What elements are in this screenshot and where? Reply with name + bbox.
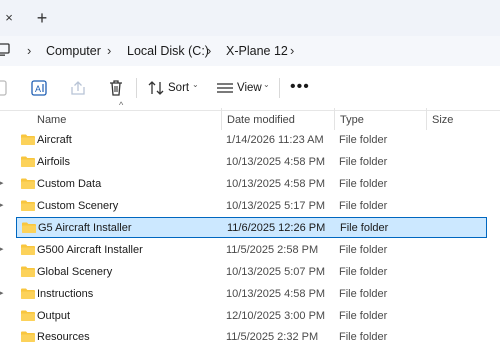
file-date: 10/13/2025 4:58 PM (226, 288, 326, 300)
list-item[interactable]: Instructions 10/13/2025 4:58 PM File fol… (16, 284, 487, 305)
folder-icon (22, 222, 36, 233)
file-type: File folder (339, 134, 388, 146)
folder-icon (21, 331, 35, 342)
svg-text:A: A (35, 84, 41, 94)
rename-icon[interactable]: A (30, 78, 50, 98)
list-item-selected[interactable]: G5 Aircraft Installer 11/6/2025 12:26 PM… (16, 217, 487, 238)
share-icon[interactable] (68, 78, 88, 98)
folder-icon (21, 200, 35, 211)
file-name: G5 Aircraft Installer (38, 222, 132, 234)
tab-strip: × + (0, 0, 500, 36)
file-name: Custom Data (37, 178, 102, 190)
folder-icon (21, 156, 35, 167)
view-button[interactable]: View (237, 81, 262, 95)
list-item[interactable]: Custom Scenery 10/13/2025 5:17 PM File f… (16, 196, 487, 217)
file-name: Global Scenery (37, 266, 113, 278)
list-item[interactable]: Global Scenery 10/13/2025 5:07 PM File f… (16, 262, 487, 283)
folder-icon (21, 288, 35, 299)
view-icon[interactable] (215, 78, 235, 98)
column-divider[interactable] (426, 108, 427, 130)
file-date: 11/5/2025 2:58 PM (226, 244, 319, 256)
file-date: 10/13/2025 4:58 PM (226, 178, 326, 190)
file-date: 10/13/2025 4:58 PM (226, 156, 326, 168)
command-bar: A Sort ⌄ View ⌄ ••• (0, 66, 500, 111)
file-name: Instructions (37, 288, 94, 300)
folder-icon (21, 178, 35, 189)
expand-arrow-icon[interactable]: ▸ (0, 245, 4, 253)
file-type: File folder (339, 178, 388, 190)
breadcrumb-computer[interactable]: Computer (46, 42, 101, 60)
sort-icon[interactable] (146, 78, 166, 98)
list-item[interactable]: Airfoils 10/13/2025 4:58 PM File folder (16, 152, 487, 173)
chevron-right-icon[interactable]: › (207, 42, 217, 60)
file-type: File folder (339, 156, 388, 168)
column-header-name[interactable]: Name (37, 110, 66, 130)
file-type: File folder (339, 266, 388, 278)
file-type: File folder (340, 222, 389, 234)
chevron-right-icon[interactable]: › (290, 42, 300, 60)
address-bar[interactable]: › Computer › Local Disk (C:) › X-Plane 1… (0, 36, 500, 66)
file-name: Resources (37, 331, 90, 343)
folder-icon (21, 310, 35, 321)
column-header-date[interactable]: Date modified (227, 110, 295, 130)
file-date: 1/14/2026 11:23 AM (226, 134, 324, 146)
file-type: File folder (339, 244, 388, 256)
toolbar-divider (279, 78, 280, 98)
breadcrumb-local-disk[interactable]: Local Disk (C:) (127, 42, 209, 60)
file-date: 10/13/2025 5:17 PM (226, 200, 326, 212)
list-item[interactable]: Custom Data 10/13/2025 4:58 PM File fold… (16, 174, 487, 195)
list-item[interactable]: Resources 11/5/2025 2:32 PM File folder (16, 327, 487, 348)
column-header-type[interactable]: Type (340, 110, 364, 130)
expand-arrow-icon[interactable]: ▸ (0, 201, 4, 209)
file-date: 11/6/2025 12:26 PM (227, 222, 326, 234)
sort-ascending-icon: ^ (119, 100, 124, 110)
file-type: File folder (339, 310, 388, 322)
file-name: Output (37, 310, 71, 322)
file-name: Aircraft (37, 134, 72, 146)
close-tab-icon[interactable]: × (0, 8, 18, 28)
column-header-size[interactable]: Size (432, 110, 453, 130)
toolbar-divider (136, 78, 137, 98)
more-options-icon[interactable]: ••• (290, 79, 310, 95)
file-type: File folder (339, 331, 388, 343)
new-tab-icon[interactable]: + (32, 8, 52, 28)
copy-icon[interactable] (0, 78, 12, 98)
column-divider[interactable] (334, 108, 335, 130)
sort-button[interactable]: Sort (168, 81, 189, 95)
list-item[interactable]: Output 12/10/2025 3:00 PM File folder (16, 306, 487, 327)
list-item[interactable]: G500 Aircraft Installer 11/5/2025 2:58 P… (16, 240, 487, 261)
folder-icon (21, 266, 35, 277)
chevron-down-icon[interactable]: ⌄ (192, 80, 199, 89)
file-type: File folder (339, 288, 388, 300)
file-name: G500 Aircraft Installer (37, 244, 143, 256)
file-name: Custom Scenery (37, 200, 119, 212)
column-divider[interactable] (221, 108, 222, 130)
monitor-icon[interactable] (0, 42, 10, 58)
chevron-right-icon[interactable]: › (107, 42, 117, 60)
breadcrumb-xplane[interactable]: X-Plane 12 (226, 42, 288, 60)
file-date: 12/10/2025 3:00 PM (226, 310, 326, 322)
delete-icon[interactable] (106, 78, 126, 98)
file-type: File folder (339, 200, 388, 212)
chevron-right-icon[interactable]: › (27, 42, 37, 60)
expand-arrow-icon[interactable]: ▸ (0, 289, 4, 297)
file-date: 11/5/2025 2:32 PM (226, 331, 319, 343)
expand-arrow-icon[interactable]: ▸ (0, 179, 4, 187)
file-name: Airfoils (37, 156, 71, 168)
folder-icon (21, 134, 35, 145)
file-date: 10/13/2025 5:07 PM (226, 266, 326, 278)
list-item[interactable]: Aircraft 1/14/2026 11:23 AM File folder (16, 130, 487, 151)
folder-icon (21, 244, 35, 255)
chevron-down-icon[interactable]: ⌄ (263, 80, 270, 89)
